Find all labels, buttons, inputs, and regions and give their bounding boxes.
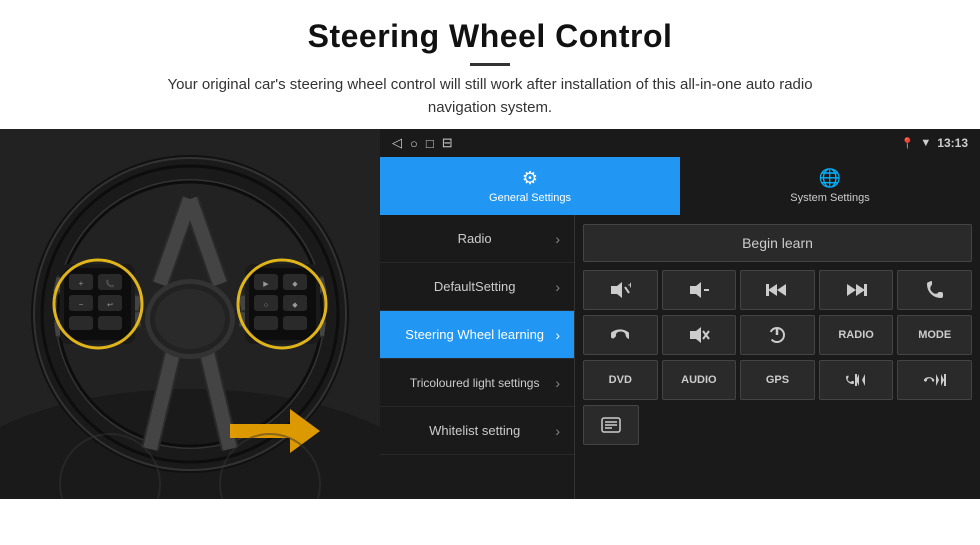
settings-list: Radio › DefaultSetting › Steering Wheel … [380, 215, 575, 499]
control-grid-row2: RADIO MODE [583, 315, 972, 355]
tel-prev-button[interactable] [819, 360, 894, 400]
main-content: + 📞 − ↩ ▶ ◆ ○ ◆ [0, 129, 980, 499]
begin-learn-button[interactable]: Begin learn [583, 224, 972, 262]
title-divider [470, 63, 510, 66]
menu-list-button[interactable] [583, 405, 639, 445]
tab-bar: ⚙ General Settings 🌐 System Settings [380, 157, 980, 215]
svg-text:+: + [628, 281, 631, 290]
steering-wheel-svg: + 📞 − ↩ ▶ ◆ ○ ◆ [0, 129, 380, 499]
android-ui: ◁ ○ □ ⊟ 📍 ▼ 13:13 ⚙ General Settings 🌐 S… [380, 129, 980, 499]
begin-learn-row: Begin learn [583, 221, 972, 265]
page-title: Steering Wheel Control [20, 18, 960, 55]
wifi-icon: ▼ [920, 137, 931, 149]
chevron-icon: › [555, 231, 560, 247]
page-header: Steering Wheel Control Your original car… [0, 0, 980, 129]
mode-button[interactable]: MODE [897, 315, 972, 355]
chevron-icon: › [555, 375, 560, 391]
home-icon[interactable]: ○ [410, 136, 418, 151]
wheel-area: + 📞 − ↩ ▶ ◆ ○ ◆ [0, 129, 380, 499]
svg-text:↩: ↩ [107, 302, 113, 309]
call-button[interactable] [897, 270, 972, 310]
svg-text:−: − [79, 300, 84, 309]
svg-text:○: ○ [264, 302, 268, 309]
tab-general-label: General Settings [489, 192, 571, 204]
general-settings-icon: ⚙ [522, 168, 538, 189]
single-icon-row [583, 405, 972, 445]
status-bar: ◁ ○ □ ⊟ 📍 ▼ 13:13 [380, 129, 980, 157]
svg-text:◆: ◆ [292, 281, 298, 288]
dvd-button[interactable]: DVD [583, 360, 658, 400]
vol-up-button[interactable]: + [583, 270, 658, 310]
settings-item-default[interactable]: DefaultSetting › [380, 263, 574, 311]
gps-button[interactable]: GPS [740, 360, 815, 400]
location-icon: 📍 [901, 137, 915, 150]
controls-area: Begin learn + [575, 215, 980, 499]
settings-item-steering[interactable]: Steering Wheel learning › [380, 311, 574, 359]
audio-button[interactable]: AUDIO [662, 360, 737, 400]
settings-item-radio[interactable]: Radio › [380, 215, 574, 263]
menu-icon[interactable]: ⊟ [442, 135, 453, 151]
radio-button[interactable]: RADIO [819, 315, 894, 355]
back-next-button[interactable] [897, 360, 972, 400]
page-subtitle: Your original car's steering wheel contr… [140, 74, 840, 119]
power-button[interactable] [740, 315, 815, 355]
status-icons-left: ◁ ○ □ ⊟ [392, 135, 453, 151]
svg-text:+: + [79, 279, 84, 288]
tab-system-label: System Settings [790, 192, 869, 204]
control-grid-row3: DVD AUDIO GPS [583, 360, 972, 400]
settings-item-tricolour[interactable]: Tricoloured light settings › [380, 359, 574, 407]
system-settings-icon: 🌐 [819, 168, 841, 189]
vol-down-button[interactable] [662, 270, 737, 310]
prev-track-button[interactable] [740, 270, 815, 310]
svg-text:▶: ▶ [263, 281, 269, 288]
status-right: 📍 ▼ 13:13 [901, 136, 968, 150]
svg-text:📞: 📞 [106, 279, 115, 288]
settings-item-whitelist[interactable]: Whitelist setting › [380, 407, 574, 455]
next-track-button[interactable] [819, 270, 894, 310]
hangup-button[interactable] [583, 315, 658, 355]
chevron-icon: › [555, 327, 560, 343]
chevron-icon: › [555, 279, 560, 295]
tab-general[interactable]: ⚙ General Settings [380, 157, 680, 215]
control-grid-row1: + [583, 270, 972, 310]
recent-icon[interactable]: □ [426, 136, 434, 151]
chevron-icon: › [555, 423, 560, 439]
clock: 13:13 [937, 136, 968, 150]
back-icon[interactable]: ◁ [392, 135, 402, 151]
svg-text:◆: ◆ [292, 302, 298, 309]
mute-button[interactable] [662, 315, 737, 355]
settings-panel: Radio › DefaultSetting › Steering Wheel … [380, 215, 980, 499]
tab-system[interactable]: 🌐 System Settings [680, 157, 980, 215]
